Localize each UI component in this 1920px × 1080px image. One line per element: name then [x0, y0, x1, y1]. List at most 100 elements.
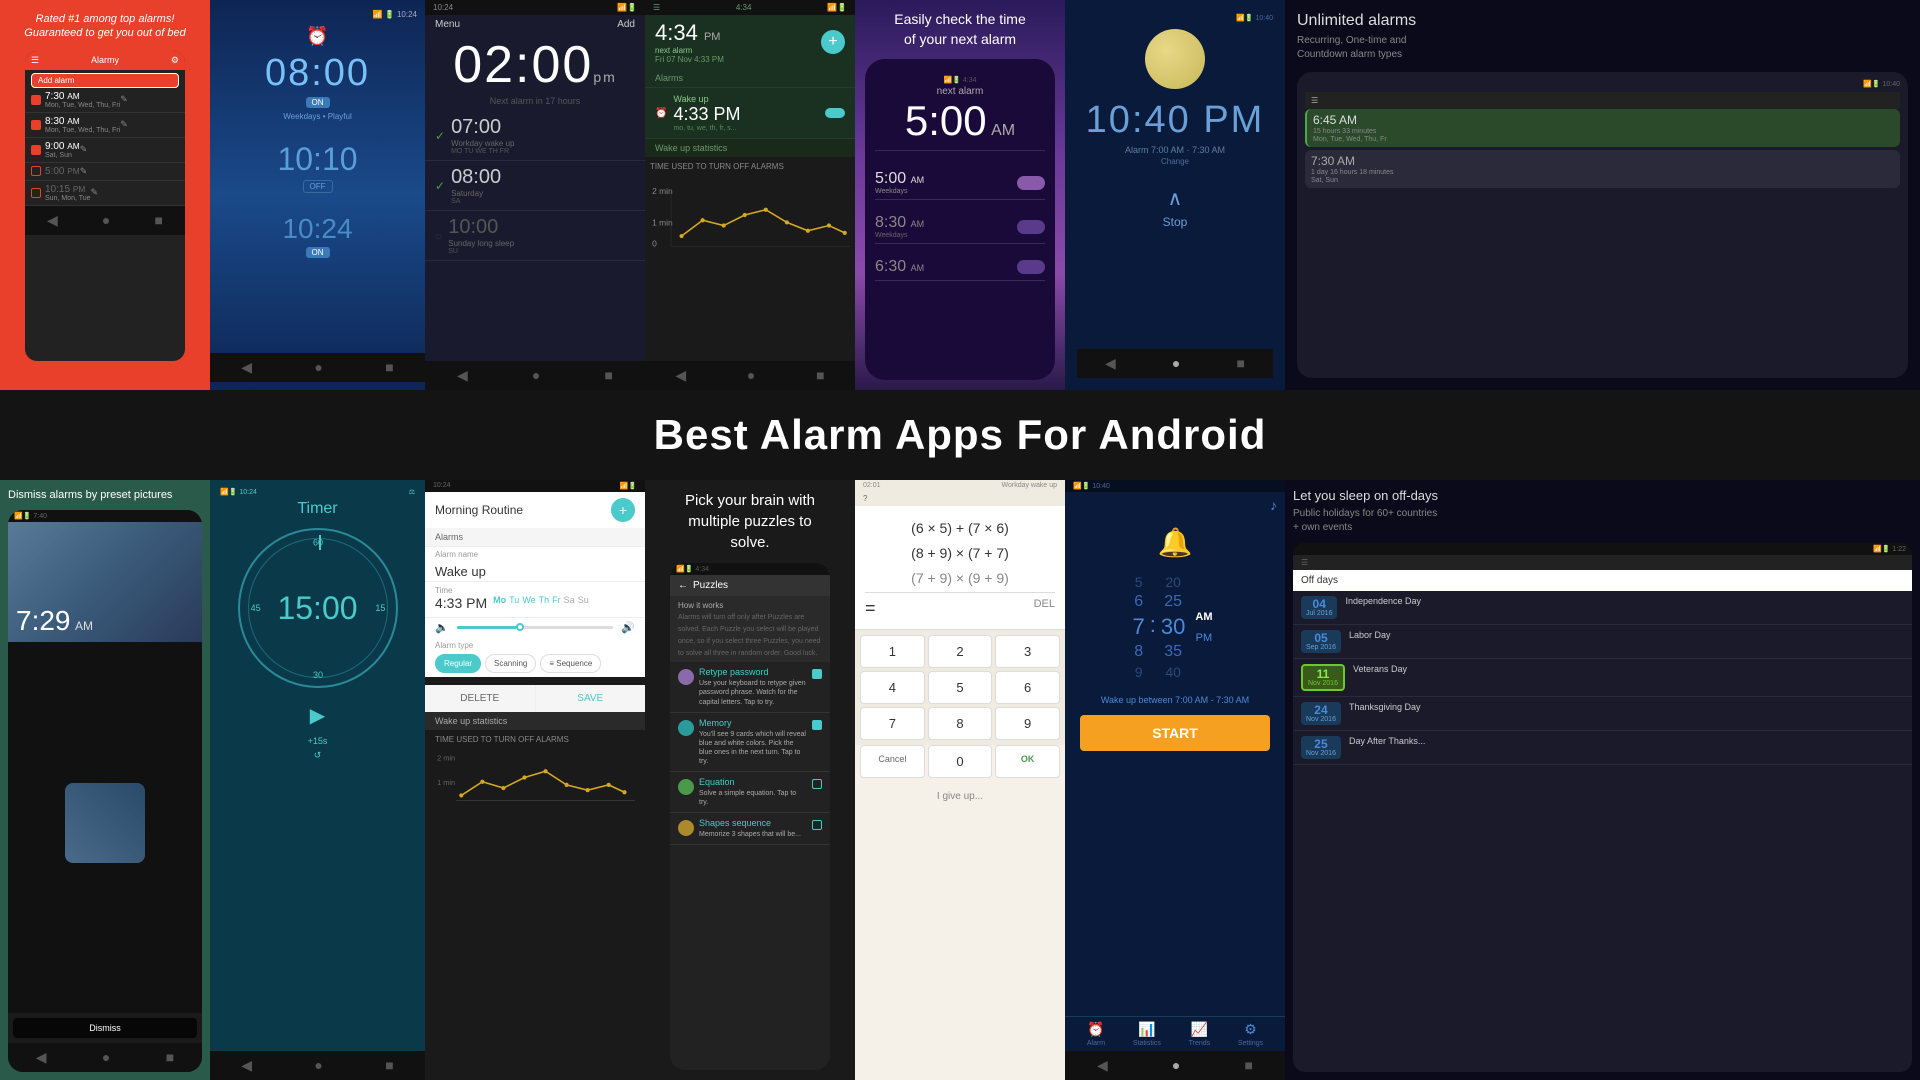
- b4-checkbox-3[interactable]: [812, 779, 822, 789]
- b3-day-we[interactable]: We: [522, 595, 535, 605]
- t6-stop-button[interactable]: Stop: [1163, 215, 1188, 229]
- b6-pm-button[interactable]: PM: [1191, 630, 1218, 646]
- home-button-b2[interactable]: ●: [314, 1057, 322, 1074]
- checkbox-5[interactable]: [31, 188, 41, 198]
- back-button-b2[interactable]: ◀: [241, 1057, 252, 1074]
- b6-tab-alarm[interactable]: ⏰ Alarm: [1087, 1021, 1105, 1047]
- b3-add-button[interactable]: +: [611, 498, 635, 522]
- b1-dismiss-picture[interactable]: [65, 783, 145, 863]
- menu-label-t3[interactable]: Menu: [435, 19, 460, 30]
- b3-type-scanning[interactable]: Scanning: [485, 654, 536, 673]
- t4-alarm-toggle[interactable]: [825, 108, 845, 118]
- b6-hour-5[interactable]: 5: [1135, 574, 1143, 590]
- checkbox-2[interactable]: [31, 120, 41, 130]
- b4-back-icon[interactable]: ←: [678, 580, 688, 591]
- b5-cancel-button[interactable]: Cancel: [860, 745, 925, 778]
- b6-min-35[interactable]: 35: [1164, 643, 1182, 661]
- blue-on-badge-2[interactable]: ON: [306, 247, 330, 258]
- checkbox-1[interactable]: [31, 95, 41, 105]
- b3-delete-button[interactable]: DELETE: [425, 685, 536, 712]
- b5-ok-button[interactable]: OK: [995, 745, 1060, 778]
- home-button-t4[interactable]: ●: [747, 367, 755, 384]
- recents-button-t4[interactable]: ■: [816, 367, 824, 384]
- back-button-t2[interactable]: ◀: [241, 359, 252, 376]
- b5-num-5[interactable]: 5: [928, 671, 993, 704]
- b5-num-1[interactable]: 1: [860, 635, 925, 668]
- back-button-t4[interactable]: ◀: [675, 367, 686, 384]
- b3-day-mo[interactable]: Mo: [493, 595, 506, 605]
- b6-hour-6[interactable]: 6: [1134, 593, 1143, 611]
- recents-button-t6[interactable]: ■: [1236, 355, 1244, 372]
- b5-zero-button[interactable]: 0: [928, 745, 993, 778]
- b3-time-value[interactable]: 4:33 PM: [435, 595, 487, 611]
- add-label-t3[interactable]: Add: [617, 19, 635, 30]
- edit-icon-1[interactable]: ✎: [120, 94, 128, 105]
- add-alarm-button[interactable]: Add alarm: [31, 73, 179, 88]
- home-button-t2[interactable]: ●: [314, 359, 322, 376]
- b2-plus15-label[interactable]: +15s: [308, 736, 328, 746]
- b5-num-4[interactable]: 4: [860, 671, 925, 704]
- b5-num-8[interactable]: 8: [928, 707, 993, 740]
- b6-tab-settings[interactable]: ⚙ Settings: [1238, 1021, 1263, 1047]
- t5-toggle-2[interactable]: [1017, 220, 1045, 234]
- b6-hour-7[interactable]: 7: [1133, 614, 1145, 640]
- recents-button-t3[interactable]: ■: [604, 367, 612, 384]
- b6-tab-statistics[interactable]: 📊 Statistics: [1133, 1021, 1161, 1047]
- b6-am-button[interactable]: AM: [1190, 609, 1217, 625]
- t5-toggle-3[interactable]: [1017, 260, 1045, 274]
- b3-day-sa[interactable]: Sa: [564, 595, 575, 605]
- recents-button-b2[interactable]: ■: [385, 1057, 393, 1074]
- home-button-t6[interactable]: ●: [1172, 355, 1180, 372]
- b3-day-tu[interactable]: Tu: [509, 595, 519, 605]
- blue-on-badge-1[interactable]: ON: [306, 97, 330, 108]
- recents-button-t1[interactable]: ■: [154, 212, 162, 229]
- edit-icon-3[interactable]: ✎: [80, 144, 88, 155]
- b4-checkbox-4[interactable]: [812, 820, 822, 830]
- back-button-t1[interactable]: ◀: [47, 212, 58, 229]
- b2-play-button[interactable]: ▶: [310, 703, 325, 728]
- b6-min-25[interactable]: 25: [1164, 593, 1182, 611]
- b6-start-button[interactable]: START: [1080, 715, 1270, 751]
- b6-min-20[interactable]: 20: [1165, 574, 1181, 590]
- b3-day-su[interactable]: Su: [578, 595, 589, 605]
- back-button-b1[interactable]: ◀: [36, 1049, 47, 1066]
- b2-refresh-icon[interactable]: ↺: [314, 750, 322, 761]
- b5-give-up-text[interactable]: I give up...: [855, 783, 1065, 810]
- b6-tab-trends[interactable]: 📈 Trends: [1189, 1021, 1211, 1047]
- edit-icon-5[interactable]: ✎: [91, 187, 99, 198]
- home-button-t1[interactable]: ●: [102, 212, 110, 229]
- b5-num-6[interactable]: 6: [995, 671, 1060, 704]
- b6-hour-9[interactable]: 9: [1135, 664, 1143, 680]
- b6-min-30[interactable]: 30: [1161, 614, 1185, 640]
- b6-min-40[interactable]: 40: [1165, 664, 1181, 680]
- b3-day-th[interactable]: Th: [539, 595, 550, 605]
- b5-num-9[interactable]: 9: [995, 707, 1060, 740]
- recents-button-b1[interactable]: ■: [166, 1049, 174, 1066]
- b5-num-7[interactable]: 7: [860, 707, 925, 740]
- b3-day-fr[interactable]: Fr: [552, 595, 561, 605]
- b4-checkbox-1[interactable]: [812, 669, 822, 679]
- t6-change-link[interactable]: Change: [1077, 157, 1273, 166]
- b5-num-3[interactable]: 3: [995, 635, 1060, 668]
- checkbox-3[interactable]: [31, 145, 41, 155]
- b1-dismiss-button[interactable]: Dismiss: [13, 1018, 197, 1038]
- b5-num-2[interactable]: 2: [928, 635, 993, 668]
- back-button-b6[interactable]: ◀: [1097, 1057, 1108, 1074]
- home-button-b1[interactable]: ●: [102, 1049, 110, 1066]
- t5-toggle-1[interactable]: [1017, 176, 1045, 190]
- b4-checkbox-2[interactable]: [812, 720, 822, 730]
- b3-save-button[interactable]: SAVE: [536, 685, 646, 712]
- recents-button-b6[interactable]: ■: [1244, 1057, 1252, 1074]
- b5-del-display[interactable]: DEL: [1034, 598, 1055, 619]
- home-button-b6[interactable]: ●: [1172, 1057, 1180, 1074]
- b3-alarm-name-value[interactable]: Wake up: [425, 562, 645, 582]
- home-button-t3[interactable]: ●: [532, 367, 540, 384]
- b3-type-sequence[interactable]: ≡ Sequence: [540, 654, 601, 673]
- b3-type-regular[interactable]: Regular: [435, 654, 481, 673]
- back-button-t3[interactable]: ◀: [457, 367, 468, 384]
- recents-button-t2[interactable]: ■: [385, 359, 393, 376]
- edit-icon-4[interactable]: ✎: [80, 166, 88, 177]
- back-button-t6[interactable]: ◀: [1105, 355, 1116, 372]
- t4-add-button[interactable]: +: [821, 30, 845, 54]
- blue-off-badge[interactable]: OFF: [303, 180, 333, 193]
